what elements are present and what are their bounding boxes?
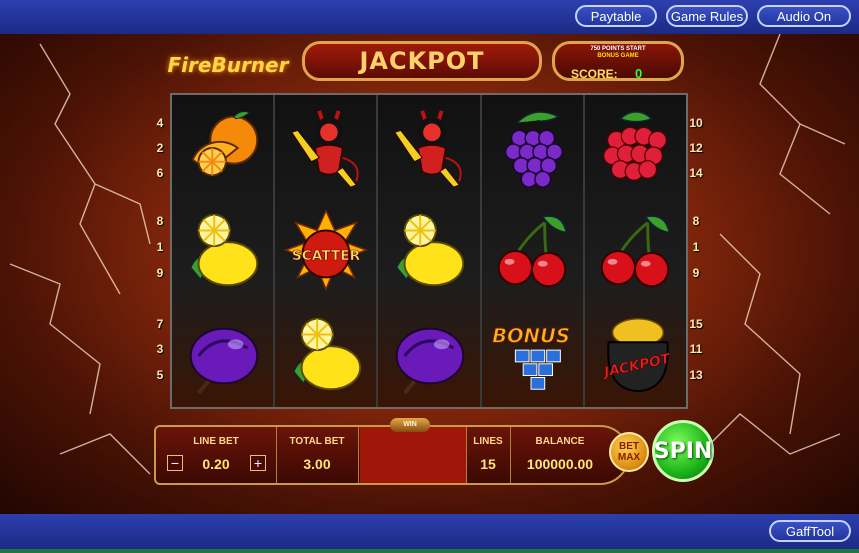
reel-symbol-plum <box>172 303 273 407</box>
payline-number: 14 <box>689 166 703 180</box>
reel-symbol-lemon <box>275 303 376 407</box>
reel-symbol-cherries <box>482 199 583 303</box>
payline-number: 3 <box>156 342 164 356</box>
reels-grid: SCATTER BONUS JACKPOT <box>170 93 688 409</box>
game-logo: FireBurner <box>167 53 289 77</box>
svg-text:SCATTER: SCATTER <box>292 248 361 264</box>
payline-number: 15 <box>689 317 703 331</box>
payline-number: 9 <box>692 266 700 280</box>
payline-number: 11 <box>689 342 703 356</box>
reel-2: SCATTER <box>275 95 379 407</box>
reel-3 <box>378 95 482 407</box>
bottom-bar: GaffTool <box>0 514 859 553</box>
reel-symbol-lemon <box>378 199 479 303</box>
reel-symbol-jackpot: JACKPOT <box>585 303 686 407</box>
lines-label: LINES <box>473 436 503 447</box>
paytable-button[interactable]: Paytable <box>575 5 657 27</box>
bonus-icon: BONUS <box>492 324 571 390</box>
payline-number: 5 <box>156 368 164 382</box>
reel-symbol-orange <box>172 95 273 199</box>
cherries-icon <box>601 215 671 288</box>
top-bar: Paytable Game Rules Audio On <box>0 0 859 34</box>
payline-number: 8 <box>156 214 164 228</box>
line-bet-label: LINE BET <box>193 436 239 447</box>
reel-symbol-cherries <box>585 199 686 303</box>
spin-button[interactable]: SPIN <box>652 420 714 482</box>
reel-symbol-scatter: SCATTER <box>275 199 376 303</box>
reel-4: BONUS <box>481 95 585 407</box>
payline-number: 1 <box>692 240 700 254</box>
bonus-note: 750 POINTS START BONUS GAME <box>555 46 681 60</box>
win-display <box>360 427 467 483</box>
jackpot-pot-icon: JACKPOT <box>600 318 674 393</box>
payline-number: 1 <box>156 240 164 254</box>
reel-symbol-bonus: BONUS <box>482 303 583 407</box>
line-bet-section: LINE BET − 0.20 + <box>156 427 277 483</box>
reel-symbol-plum <box>378 303 479 407</box>
reel-5: JACKPOT <box>584 95 687 407</box>
cherries-icon <box>497 215 568 288</box>
payline-number: 9 <box>156 266 164 280</box>
devil-girl-icon <box>394 110 462 188</box>
payline-number: 4 <box>156 116 164 130</box>
jackpot-display: JACKPOT <box>302 41 542 81</box>
payline-number: 7 <box>156 317 164 331</box>
line-bet-increase-button[interactable]: + <box>250 455 266 471</box>
balance-section: BALANCE 100000.00 <box>510 427 610 483</box>
payline-number: 10 <box>689 116 703 130</box>
score-label: SCORE: <box>571 67 618 81</box>
reel-symbol-devil-girl <box>275 95 376 199</box>
payline-number: 8 <box>692 214 700 228</box>
payline-number: 13 <box>689 368 703 382</box>
plum-icon <box>189 327 258 395</box>
bet-max-line2: MAX <box>617 452 641 463</box>
orange-icon <box>191 111 258 177</box>
balance-label: BALANCE <box>535 436 585 447</box>
audio-toggle-button[interactable]: Audio On <box>757 5 851 27</box>
reel-symbol-devil-girl <box>378 95 479 199</box>
payline-number: 6 <box>156 166 164 180</box>
win-label: WIN <box>390 418 430 432</box>
payline-number: 12 <box>689 141 703 155</box>
bet-max-button[interactable]: BET MAX <box>609 432 649 472</box>
reel-1 <box>172 95 276 407</box>
lemon-icon <box>395 213 465 287</box>
reel-symbol-grapes <box>482 95 583 199</box>
lemon-icon <box>292 317 361 391</box>
balance-value: 100000.00 <box>526 456 594 472</box>
game-rules-button[interactable]: Game Rules <box>666 5 748 27</box>
svg-text:BONUS: BONUS <box>492 324 570 347</box>
lemon-icon <box>189 213 258 287</box>
total-bet-label: TOTAL BET <box>289 436 345 447</box>
reel-symbol-raspberry <box>585 95 686 199</box>
reel-symbol-lemon <box>172 199 273 303</box>
score-display: 750 POINTS START BONUS GAME SCORE: 0 <box>552 41 684 81</box>
score-value: 0 <box>635 66 643 81</box>
total-bet-value: 3.00 <box>303 456 331 472</box>
bonus-note-line1: 750 POINTS START <box>590 46 646 52</box>
raspberry-icon <box>603 111 668 181</box>
plum-icon <box>395 327 465 395</box>
total-bet-section: TOTAL BET 3.00 <box>276 427 359 483</box>
devil-girl-icon <box>290 110 359 188</box>
bonus-note-line2: BONUS GAME <box>597 53 639 59</box>
grapes-icon <box>505 111 564 188</box>
lines-value: 15 <box>480 456 496 472</box>
scatter-icon: SCATTER <box>283 209 369 292</box>
lines-section: LINES 15 <box>466 427 511 483</box>
payline-number: 2 <box>156 141 164 155</box>
control-panel: LINE BET − 0.20 + TOTAL BET 3.00 LINES 1… <box>154 425 630 485</box>
gafftool-button[interactable]: GaffTool <box>769 520 851 542</box>
bet-max-line1: BET <box>619 441 639 452</box>
